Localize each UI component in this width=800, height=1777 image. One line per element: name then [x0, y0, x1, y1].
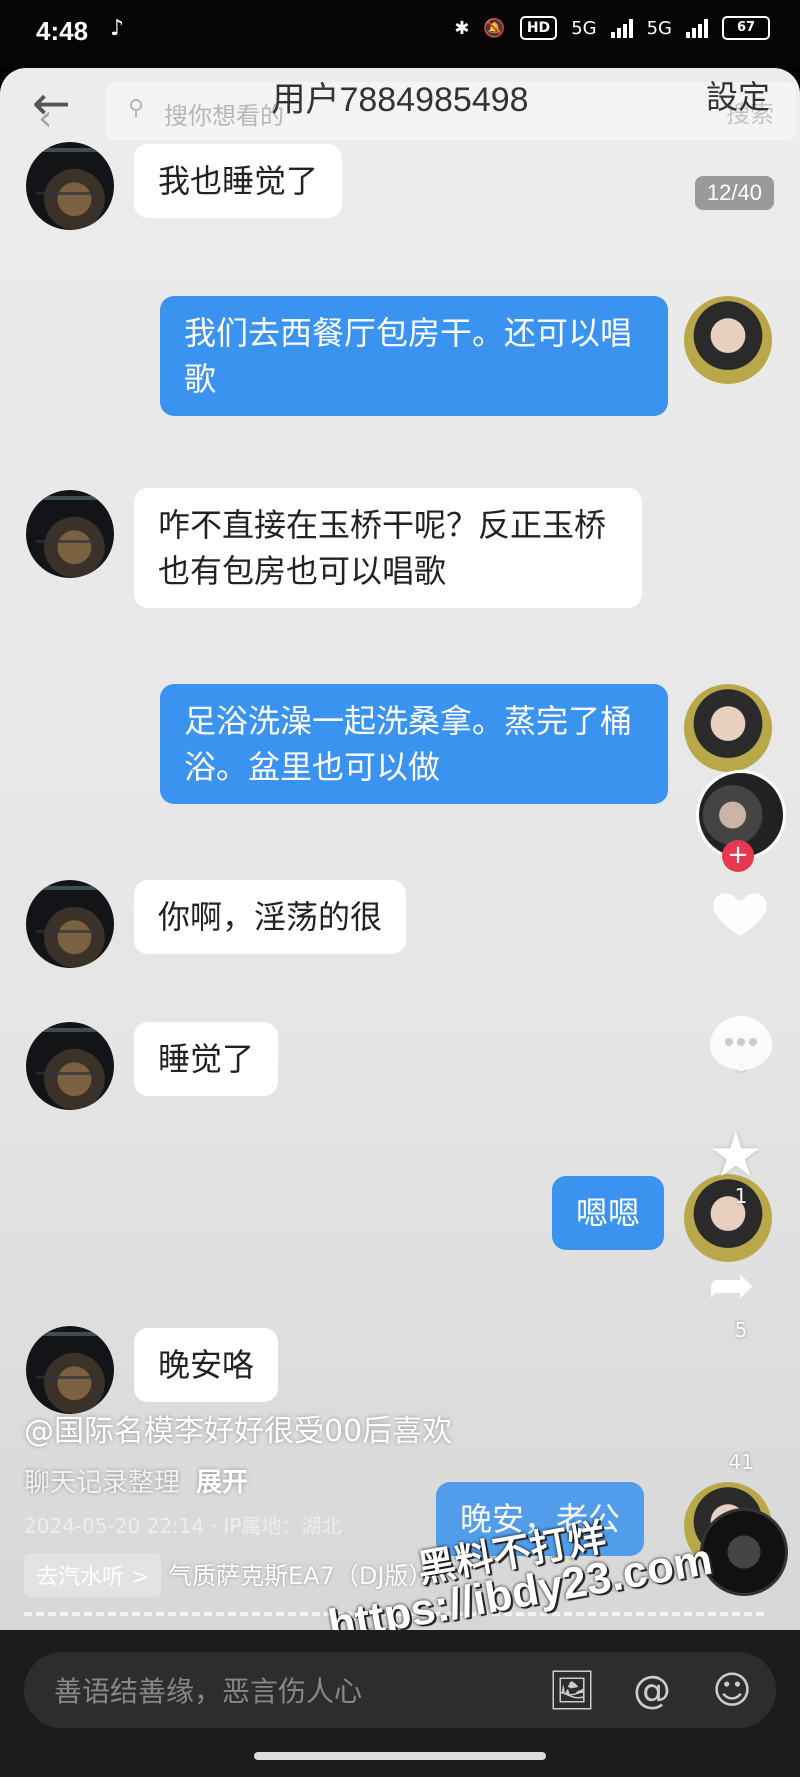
- network-label-2: 5G: [646, 17, 672, 39]
- user-avatar[interactable]: [684, 684, 772, 772]
- comment-icon[interactable]: [710, 1016, 772, 1070]
- share-count: 41: [728, 1450, 754, 1474]
- tiktok-icon: ♪: [110, 16, 125, 41]
- screen: 4:48 ♪ ✱ 🔕 HD 5G 5G 67 ⚲ 搜你想看的 搜索 ‹ ← 用户…: [0, 0, 800, 1777]
- message-bubble-out: 嗯嗯: [552, 1176, 665, 1250]
- signal-icon: [610, 18, 633, 38]
- status-time: 4:48: [36, 16, 89, 46]
- image-counter: 12/40: [694, 176, 774, 210]
- contact-avatar[interactable]: [26, 880, 114, 968]
- contact-avatar[interactable]: [26, 490, 114, 578]
- message-bubble-in: 咋不直接在玉桥干呢？反正玉桥也有包房也可以唱歌: [134, 488, 642, 608]
- at-mention-icon[interactable]: @: [628, 1666, 676, 1714]
- follow-button[interactable]: +: [722, 840, 754, 872]
- video-description: 聊天记录整理 展开: [24, 1462, 248, 1499]
- video-meta: 2024-05-20 22:14 · IP属地：湖北: [24, 1514, 342, 1538]
- heart-icon[interactable]: [708, 880, 772, 944]
- hd-badge: HD: [519, 16, 558, 40]
- status-bar: 4:48 ♪ ✱ 🔕 HD 5G 5G 67: [0, 0, 800, 68]
- contact-avatar[interactable]: [26, 142, 114, 230]
- emoji-icon[interactable]: ☺: [708, 1666, 756, 1714]
- contact-avatar[interactable]: [26, 1022, 114, 1110]
- user-avatar[interactable]: [684, 296, 772, 384]
- home-indicator[interactable]: [254, 1752, 546, 1760]
- battery-icon: 67: [722, 16, 770, 40]
- chat-screenshot: ⚲ 搜你想看的 搜索 ‹ ← 用户7884985498 設定 12/40 我也睡…: [0, 68, 800, 1630]
- network-label-1: 5G: [571, 17, 597, 39]
- message-bubble-out: 足浴洗澡一起洗桑拿。蒸完了桶浴。盆里也可以做: [160, 684, 668, 804]
- settings-button[interactable]: 設定: [706, 72, 770, 118]
- message-bubble-in: 你啊，淫荡的很: [134, 880, 407, 954]
- chat-header: ⚲ 搜你想看的 搜索 ‹ ← 用户7884985498 設定: [0, 68, 800, 140]
- music-title[interactable]: 气质萨克斯EA7（DJ版）: [168, 1556, 432, 1591]
- video-author-title[interactable]: @国际名模李好好很受00后喜欢: [24, 1406, 452, 1450]
- message-bubble-out: 我们去西餐厅包房干。还可以唱歌: [160, 296, 668, 416]
- message-bubble-in: 我也睡觉了: [134, 144, 343, 218]
- contact-avatar[interactable]: [26, 1326, 114, 1414]
- chat-title: 用户7884985498: [271, 81, 529, 119]
- message-bubble-in: 晚安咯: [134, 1328, 279, 1402]
- bluetooth-icon: ✱: [454, 17, 470, 39]
- mute-icon: 🔕: [483, 17, 506, 39]
- favorite-count: 5: [734, 1318, 748, 1342]
- status-icons: ✱ 🔕 HD 5G 5G 67: [454, 16, 770, 40]
- qishui-tag-button[interactable]: 去汽水听 >: [24, 1553, 162, 1597]
- message-bubble-in: 睡觉了: [134, 1022, 279, 1096]
- signal-icon-2: [686, 18, 708, 38]
- description-text: 聊天记录整理: [24, 1468, 181, 1498]
- comment-placeholder: 善语结善缘，恶言伤人心: [54, 1675, 363, 1708]
- image-icon[interactable]: 🖼: [548, 1666, 596, 1714]
- share-arrow-icon[interactable]: ➦: [708, 1258, 755, 1314]
- favorite-star-icon[interactable]: ★: [708, 1124, 764, 1186]
- comment-input[interactable]: 善语结善缘，恶言伤人心 🖼 @ ☺: [24, 1652, 776, 1728]
- expand-button[interactable]: 展开: [196, 1468, 248, 1498]
